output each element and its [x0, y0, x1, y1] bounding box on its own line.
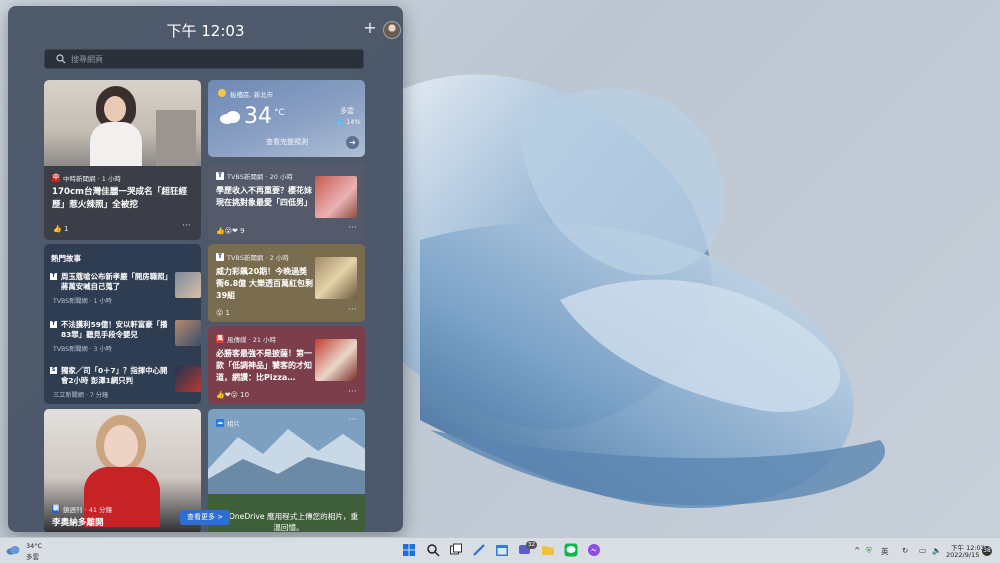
source-logo-icon: 中 [52, 174, 60, 182]
source-logo-icon: T [50, 273, 57, 280]
news-headline[interactable]: 威力彩飆20期！今晚過獎衝6.8億 大樂透百萬紅包剩39組 [216, 266, 314, 302]
reaction-count: 👍 1 [53, 225, 69, 233]
more-options-icon[interactable]: ··· [348, 387, 357, 397]
source-logo-icon: 風 [216, 335, 224, 343]
start-icon[interactable] [402, 543, 416, 557]
news-headline[interactable]: 李奧納多離開 [52, 517, 197, 530]
reaction-count: 👍😮❤ 9 [216, 227, 245, 235]
top-stories-title: 熱門故事 [51, 254, 81, 263]
story-thumbnail [175, 366, 201, 392]
news-card[interactable]: T TVBS新聞網 · 2 小時 威力彩飆20期！今晚過獎衝6.8億 大樂透百萬… [208, 244, 365, 322]
weather-location: 板橋區, 新北市 [230, 91, 274, 99]
weather-unit: °C [274, 108, 285, 118]
weather-widget[interactable]: 板橋區, 新北市 34 °C 多雲 💧 14% 查看完整預測 ➜ [208, 80, 365, 157]
panel-clock: 下午 12:03 [166, 22, 245, 40]
pen-app-icon[interactable] [472, 543, 486, 557]
more-options-icon[interactable]: ··· [348, 223, 357, 233]
add-widget-button[interactable]: + [363, 20, 377, 36]
sun-icon [218, 89, 226, 97]
top-stories-widget: 熱門故事 T 周玉蔻嗆公布新孝嚴「開房職照」蔣萬安喊自己蒐了 TVBS新聞網 ·… [44, 244, 201, 404]
news-thumbnail [315, 176, 357, 218]
more-options-icon[interactable]: ··· [348, 415, 357, 425]
news-source: 風 風傳媒 · 21 小時 [216, 335, 277, 344]
news-headline[interactable]: 170cm台灣佳麗一哭成名「超狂經歷」惹火辣照」全被挖 [52, 186, 197, 211]
cloud-icon: ☁ [216, 419, 224, 427]
notification-badge: 32 [526, 541, 537, 549]
calendar-icon[interactable] [495, 543, 509, 557]
list-item[interactable]: S 獨家／司「0＋7」？指揮中心開會2小時 彭澤1網只判 三立新聞網 · 7 分… [50, 366, 201, 402]
weather-condition: 多雲 [340, 107, 354, 115]
source-logo-icon: S [50, 367, 57, 374]
reaction-count: 👍❤😮 10 [216, 391, 250, 399]
news-thumbnail [315, 257, 357, 299]
source-logo-icon: 鏡 [52, 505, 60, 513]
news-source: 鏡 鏡週刊 · 41 分鐘 [52, 505, 113, 514]
news-source: 中 中時新聞網 · 1 小時 [52, 174, 121, 183]
avatar[interactable] [383, 21, 401, 39]
list-item[interactable]: T 不法獲利59億！安以軒富豪「播83罪」聽見手段令嬰兒 TVBS新聞網 · 3… [50, 320, 201, 356]
cloud-icon [220, 111, 240, 124]
news-card[interactable]: 中 中時新聞網 · 1 小時 170cm台灣佳麗一哭成名「超狂經歷」惹火辣照」全… [44, 80, 201, 240]
line-app-icon[interactable] [564, 543, 578, 557]
source-logo-icon: T [216, 253, 224, 261]
taskbar-date[interactable]: 2022/9/15 [946, 551, 979, 559]
news-card[interactable]: 鏡 鏡週刊 · 41 分鐘 李奧納多離開 [44, 409, 201, 532]
network-icon[interactable]: ▭ [919, 546, 926, 555]
search-icon [56, 54, 66, 64]
list-item[interactable]: T 周玉蔻嗆公布新孝嚴「開房職照」蔣萬安喊自己蒐了 TVBS新聞網 · 1 小時 [50, 272, 201, 308]
file-explorer-icon[interactable] [541, 543, 555, 557]
news-source: T TVBS新聞網 · 20 小時 [216, 172, 293, 181]
news-headline[interactable]: 必勝客最強不是披薩！第一款「低調神品」饕客的才知道，網讚：比Pizza… [216, 348, 316, 384]
photos-message: 在 OneDrive 應用程式上傳您的相片，重溫回憶。 [218, 512, 359, 532]
language-icon[interactable]: ↻ [902, 546, 908, 555]
chevron-up-icon[interactable]: ^ [854, 546, 860, 555]
news-photo [44, 80, 201, 166]
weather-temp: 34 [244, 104, 272, 129]
story-thumbnail [175, 320, 201, 346]
search-box[interactable] [44, 49, 364, 69]
messenger-icon[interactable] [587, 543, 601, 557]
taskbar: 34°C 多雲 32 ^ ⛨ 英 ↻ ▭ 🔈 下午 12:03 2022/9/1… [0, 537, 1000, 563]
news-card[interactable]: T TVBS新聞網 · 20 小時 學歷收入不再重要？櫻花妹現在挑對象最愛「四低… [208, 163, 365, 240]
cloud-icon [6, 546, 20, 555]
volume-icon[interactable]: 🔈 [932, 546, 941, 555]
widgets-panel: 下午 12:03 + 中 中時新聞網 · 1 小時 170cm台灣佳麗一哭成名「… [8, 6, 403, 532]
reaction-count: 😮 1 [216, 309, 230, 317]
search-input[interactable] [71, 52, 351, 67]
source-logo-icon: T [50, 321, 57, 328]
more-options-icon[interactable]: ··· [182, 221, 191, 231]
news-card[interactable]: 風 風傳媒 · 21 小時 必勝客最強不是披薩！第一款「低調神品」饕客的才知道，… [208, 326, 365, 404]
search-icon[interactable] [426, 543, 440, 557]
task-view-icon[interactable] [449, 543, 463, 557]
ime-indicator[interactable]: 英 [881, 546, 889, 557]
forecast-link[interactable]: 查看完整預測 [266, 137, 308, 147]
arrow-icon[interactable]: ➜ [346, 136, 359, 149]
news-thumbnail [315, 339, 357, 381]
photos-widget[interactable]: ☁ 相片 ··· 在 OneDrive 應用程式上傳您的相片，重溫回憶。 [208, 409, 365, 532]
see-more-button[interactable]: 查看更多 > [180, 510, 231, 525]
photos-source: ☁ 相片 [216, 419, 240, 428]
source-logo-icon: T [216, 172, 224, 180]
weather-precip: 💧 14% [336, 118, 361, 126]
news-source: T TVBS新聞網 · 2 小時 [216, 253, 289, 262]
story-thumbnail [175, 272, 201, 298]
news-headline[interactable]: 學歷收入不再重要？櫻花妹現在挑對象最愛「四低男」 [216, 185, 314, 209]
notifications-icon[interactable]: 38 [982, 546, 992, 556]
security-icon[interactable]: ⛨ [866, 546, 872, 556]
more-options-icon[interactable]: ··· [348, 305, 357, 315]
